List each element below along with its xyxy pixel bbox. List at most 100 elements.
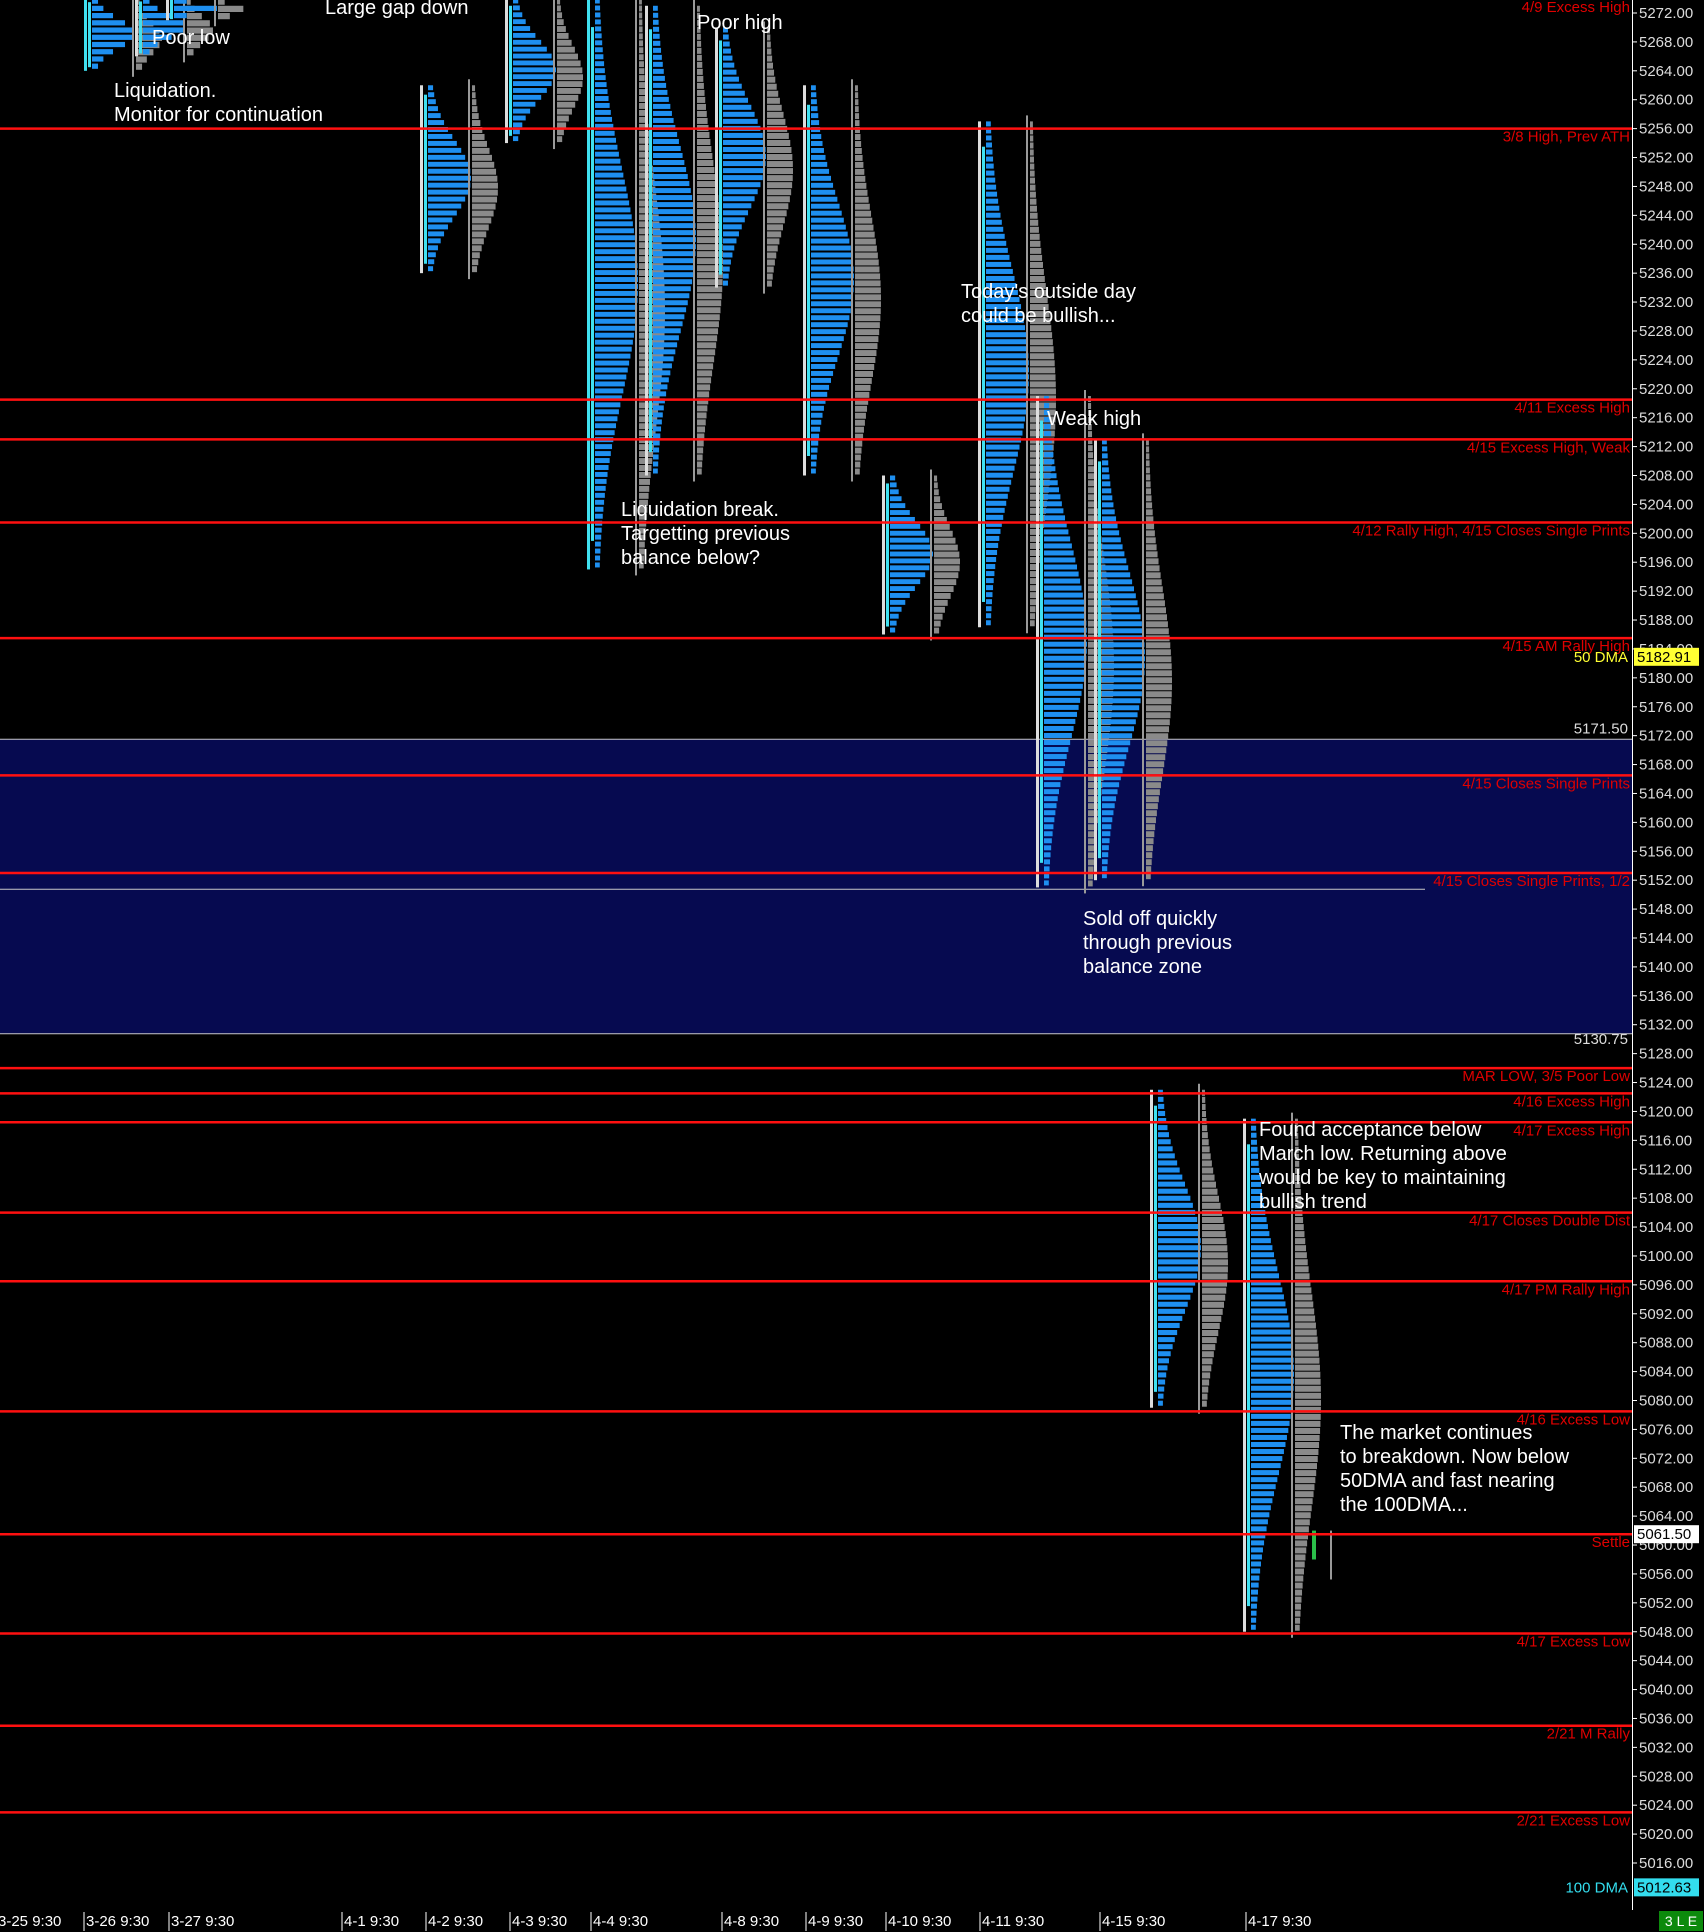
profile-row (595, 555, 601, 561)
volume-row (557, 32, 569, 39)
price-range-bar (420, 85, 423, 274)
profile-row (811, 301, 853, 307)
volume-row (1088, 459, 1094, 466)
profile-row (595, 179, 625, 185)
profile-row (595, 465, 609, 470)
profile-row (1251, 1434, 1287, 1440)
volume-row (472, 252, 480, 259)
volume-row (1030, 332, 1053, 339)
y-tick-label: 5236.00 (1639, 265, 1693, 282)
volume-row (855, 384, 871, 391)
profile-row (1251, 1498, 1273, 1504)
profile-row (595, 402, 621, 408)
profile-row (653, 202, 694, 208)
profile-row (1102, 740, 1131, 746)
volume-row (855, 217, 873, 224)
x-tick-label: 4-1 9:30 (344, 1913, 399, 1930)
profile-row (986, 556, 997, 563)
profile-row (1158, 1379, 1166, 1385)
profile-row (595, 548, 601, 554)
profile-row (1044, 536, 1071, 542)
profile-row (653, 110, 672, 116)
volume-row (639, 61, 644, 68)
volume-row (1030, 261, 1043, 268)
volume-row (557, 136, 563, 143)
volume-row (1202, 1103, 1206, 1110)
volume-row (767, 182, 793, 189)
volume-row (767, 83, 777, 90)
profile-row (1158, 1386, 1165, 1392)
profile-row (595, 82, 607, 88)
volume-row (1295, 1392, 1321, 1399)
profile-row (595, 89, 608, 95)
volume-row (697, 307, 721, 314)
price-range-bar (645, 5, 648, 476)
volume-row (767, 139, 791, 146)
profile-row (653, 265, 695, 271)
profile-row (811, 273, 854, 279)
profile-row (1102, 642, 1145, 648)
profile-row (513, 94, 542, 100)
volume-row (1202, 1174, 1215, 1181)
volume-row (557, 67, 583, 74)
profile-row (811, 217, 844, 223)
level-label: 4/11 Excess High (1514, 400, 1630, 417)
profile-row (811, 259, 853, 265)
profile-row (595, 290, 638, 296)
volume-row (1146, 845, 1153, 852)
profile-row (1102, 866, 1108, 872)
volume-row (1202, 1287, 1227, 1294)
profile-row (92, 56, 104, 62)
profile-row (1251, 1160, 1259, 1166)
y-tick-label: 5044.00 (1639, 1653, 1693, 1670)
profile-row (1251, 1526, 1267, 1532)
y-tick-label: 5016.00 (1639, 1855, 1693, 1872)
profile-row (653, 5, 658, 11)
volume-row (767, 55, 773, 62)
volume-row (697, 461, 703, 468)
price-range-bar (88, 2, 91, 68)
volume-row (1030, 240, 1041, 247)
profile-row (986, 571, 995, 577)
profile-row (1158, 1259, 1201, 1265)
profile-row (595, 207, 631, 213)
volume-row (767, 146, 792, 154)
volume-row (1295, 1273, 1310, 1280)
profile-row (723, 132, 763, 138)
profile-row (723, 90, 745, 96)
volume-row (1295, 1589, 1303, 1596)
volume-row (697, 272, 723, 279)
volume-row (1202, 1245, 1228, 1252)
volume-row (1295, 1547, 1307, 1554)
volume-row (1146, 558, 1159, 565)
profile-row (513, 129, 520, 135)
volume-row (934, 572, 959, 579)
profile-row (513, 39, 542, 45)
volume-row (697, 103, 706, 110)
volume-row (557, 19, 564, 26)
volume-row (1146, 824, 1156, 831)
volume-row (1295, 1554, 1306, 1561)
volume-row (697, 244, 723, 251)
volume-row (697, 40, 702, 47)
volume-row (1295, 1364, 1320, 1371)
profile-row (986, 549, 998, 555)
volume-row (639, 485, 650, 492)
volume-row (855, 99, 859, 106)
profile-row (1044, 831, 1053, 837)
volume-row (1295, 1217, 1304, 1224)
volume-row (934, 496, 941, 503)
profile-row (811, 412, 823, 418)
volume-row (1202, 1365, 1212, 1372)
profile-row (811, 370, 834, 376)
volume-row (1146, 628, 1169, 635)
volume-row (697, 68, 703, 75)
volume-row (1295, 1519, 1310, 1526)
profile-row (1044, 564, 1078, 570)
volume-axis (468, 79, 470, 280)
profile-row (1044, 739, 1071, 746)
volume-row (855, 106, 859, 113)
volume-row (1088, 810, 1099, 817)
volume-row (472, 120, 481, 127)
profile-row (653, 321, 683, 327)
